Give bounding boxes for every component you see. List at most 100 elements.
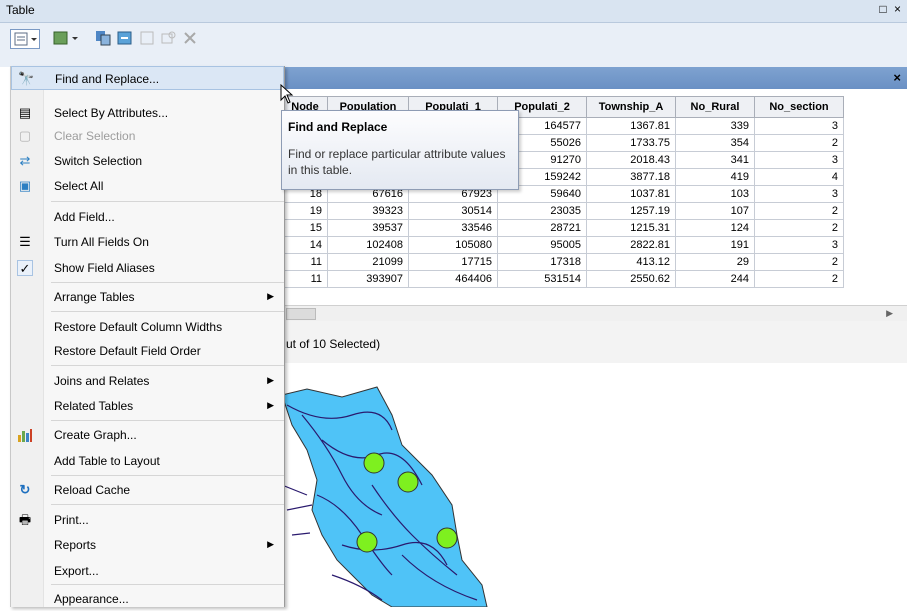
menu-item-find-and-replace[interactable]: 🔭 Find and Replace... [11,66,284,90]
printer-icon: 🖶 [18,512,32,527]
menu-item-export[interactable]: Export... [11,559,284,583]
selection-status-bar: ut of 10 Selected) [282,321,907,363]
select-by-attributes-toolbar-button[interactable] [94,29,112,47]
table-cell: 39537 [327,219,409,237]
menu-separator [51,504,284,505]
menu-item-label: Find and Replace... [55,72,160,86]
selection-count-text: ut of 10 Selected) [286,337,381,351]
table-cell: 1037.81 [586,185,676,203]
menu-item-create-graph[interactable]: Create Graph... [11,423,284,447]
menu-item-related-tables[interactable]: Related Tables ▶ [11,394,284,418]
table-cell: 28721 [497,219,587,237]
table-row[interactable]: 11 393907 464406 531514 2550.62 244 2 [282,270,844,288]
table-cell: 95005 [497,236,587,254]
menu-item-label: Export... [54,564,99,578]
table-cell: 17318 [497,253,587,271]
menu-item-arrange-tables[interactable]: Arrange Tables ▶ [11,285,284,309]
menu-item-switch-selection[interactable]: ⇄ Switch Selection [11,149,284,173]
menu-separator [51,311,284,312]
find-replace-tooltip: Find and Replace Find or replace particu… [281,110,519,190]
menu-item-label: Show Field Aliases [54,261,155,275]
column-header[interactable]: Township_A [586,96,676,118]
table-cell: 2 [754,202,844,220]
menu-item-select-by-attributes[interactable]: ▤ Select By Attributes... [11,101,284,125]
table-cell: 3 [754,185,844,203]
menu-item-label: Select All [54,179,104,193]
table-cell: 11 [282,253,328,271]
menu-item-print[interactable]: 🖶 Print... [11,508,284,532]
table-cell: 2 [754,270,844,288]
fields-icon: ☰ [19,234,31,249]
menu-item-show-field-aliases[interactable]: ✓ Show Field Aliases [11,256,284,280]
map-view[interactable] [281,385,907,608]
column-header[interactable]: No_section [754,96,844,118]
close-tab-icon[interactable]: × [893,70,901,85]
menu-item-turn-all-fields-on[interactable]: ☰ Turn All Fields On [11,230,284,254]
horizontal-scrollbar[interactable]: ▶ [282,305,907,321]
menu-item-restore-column-widths[interactable]: Restore Default Column Widths [11,315,284,339]
menu-item-label: Restore Default Field Order [54,344,201,358]
table-cell: 105080 [408,236,498,254]
menu-item-label: Arrange Tables [54,290,135,304]
table-row[interactable]: 14 102408 105080 95005 2822.81 191 3 [282,236,844,254]
table-cell: 393907 [327,270,409,288]
table-row[interactable]: 15 39537 33546 28721 1215.31 124 2 [282,219,844,237]
bar-chart-icon [17,427,33,443]
menu-item-appearance[interactable]: Appearance... [11,587,284,611]
table-cell: 2550.62 [586,270,676,288]
table-cell: 17715 [408,253,498,271]
clear-selection-toolbar-button[interactable] [138,29,156,47]
table-cell: 3 [754,117,844,135]
menu-item-joins-and-relates[interactable]: Joins and Relates ▶ [11,369,284,393]
reload-icon: ↻ [19,482,31,497]
table-cell: 341 [675,151,755,169]
table-cell: 2822.81 [586,236,676,254]
menu-item-label: Joins and Relates [54,374,150,388]
table-cell: 419 [675,168,755,186]
switch-selection-toolbar-button[interactable] [116,29,134,47]
table-cell: 124 [675,219,755,237]
menu-item-reports[interactable]: Reports ▶ [11,533,284,557]
clear-selection-icon [140,31,154,45]
submenu-arrow-icon: ▶ [267,400,274,410]
menu-item-reload-cache[interactable]: ↻ Reload Cache [11,478,284,502]
menu-item-add-field[interactable]: Add Field... [11,205,284,229]
table-cell: 29 [675,253,755,271]
switch-selection-icon [117,31,132,45]
scroll-right-arrow-icon[interactable]: ▶ [886,308,893,319]
checkmark-icon: ✓ [17,260,33,276]
table-cell: 11 [282,270,328,288]
table-cell: 3 [754,151,844,169]
table-cell: 2 [754,253,844,271]
table-cell: 3 [754,236,844,254]
table-row[interactable]: 19 39323 30514 23035 1257.19 107 2 [282,202,844,220]
clear-selection-icon: ▢ [18,128,32,143]
menu-separator [51,282,284,283]
table-cell: 191 [675,236,755,254]
table-cell: 19 [282,202,328,220]
delete-selected-toolbar-button[interactable] [181,29,199,47]
menu-item-label: Reports [54,538,97,552]
tooltip-title: Find and Replace [288,120,388,134]
menu-item-label: Print... [54,513,89,527]
table-options-button[interactable] [10,29,40,49]
related-tables-button[interactable] [52,29,82,47]
column-header[interactable]: No_Rural [675,96,755,118]
table-cell: 1733.75 [586,134,676,152]
menu-item-label: Add Table to Layout [54,454,160,468]
table-cell: 2 [754,134,844,152]
menu-item-select-all[interactable]: ▣ Select All [11,174,284,198]
table-cell: 413.12 [586,253,676,271]
menu-item-restore-field-order[interactable]: Restore Default Field Order [11,339,284,363]
menu-item-clear-selection[interactable]: ▢ Clear Selection [11,124,284,148]
table-row[interactable]: 11 21099 17715 17318 413.12 29 2 [282,253,844,271]
scrollbar-thumb[interactable] [286,308,316,320]
table-toolbar [0,23,907,67]
table-cell: 244 [675,270,755,288]
menu-item-add-table-to-layout[interactable]: Add Table to Layout [11,449,284,473]
table-cell: 21099 [327,253,409,271]
delete-icon [184,32,196,44]
zoom-to-selected-toolbar-button[interactable] [160,29,178,47]
window-controls[interactable]: □ × [879,2,903,16]
table-cell: 1215.31 [586,219,676,237]
